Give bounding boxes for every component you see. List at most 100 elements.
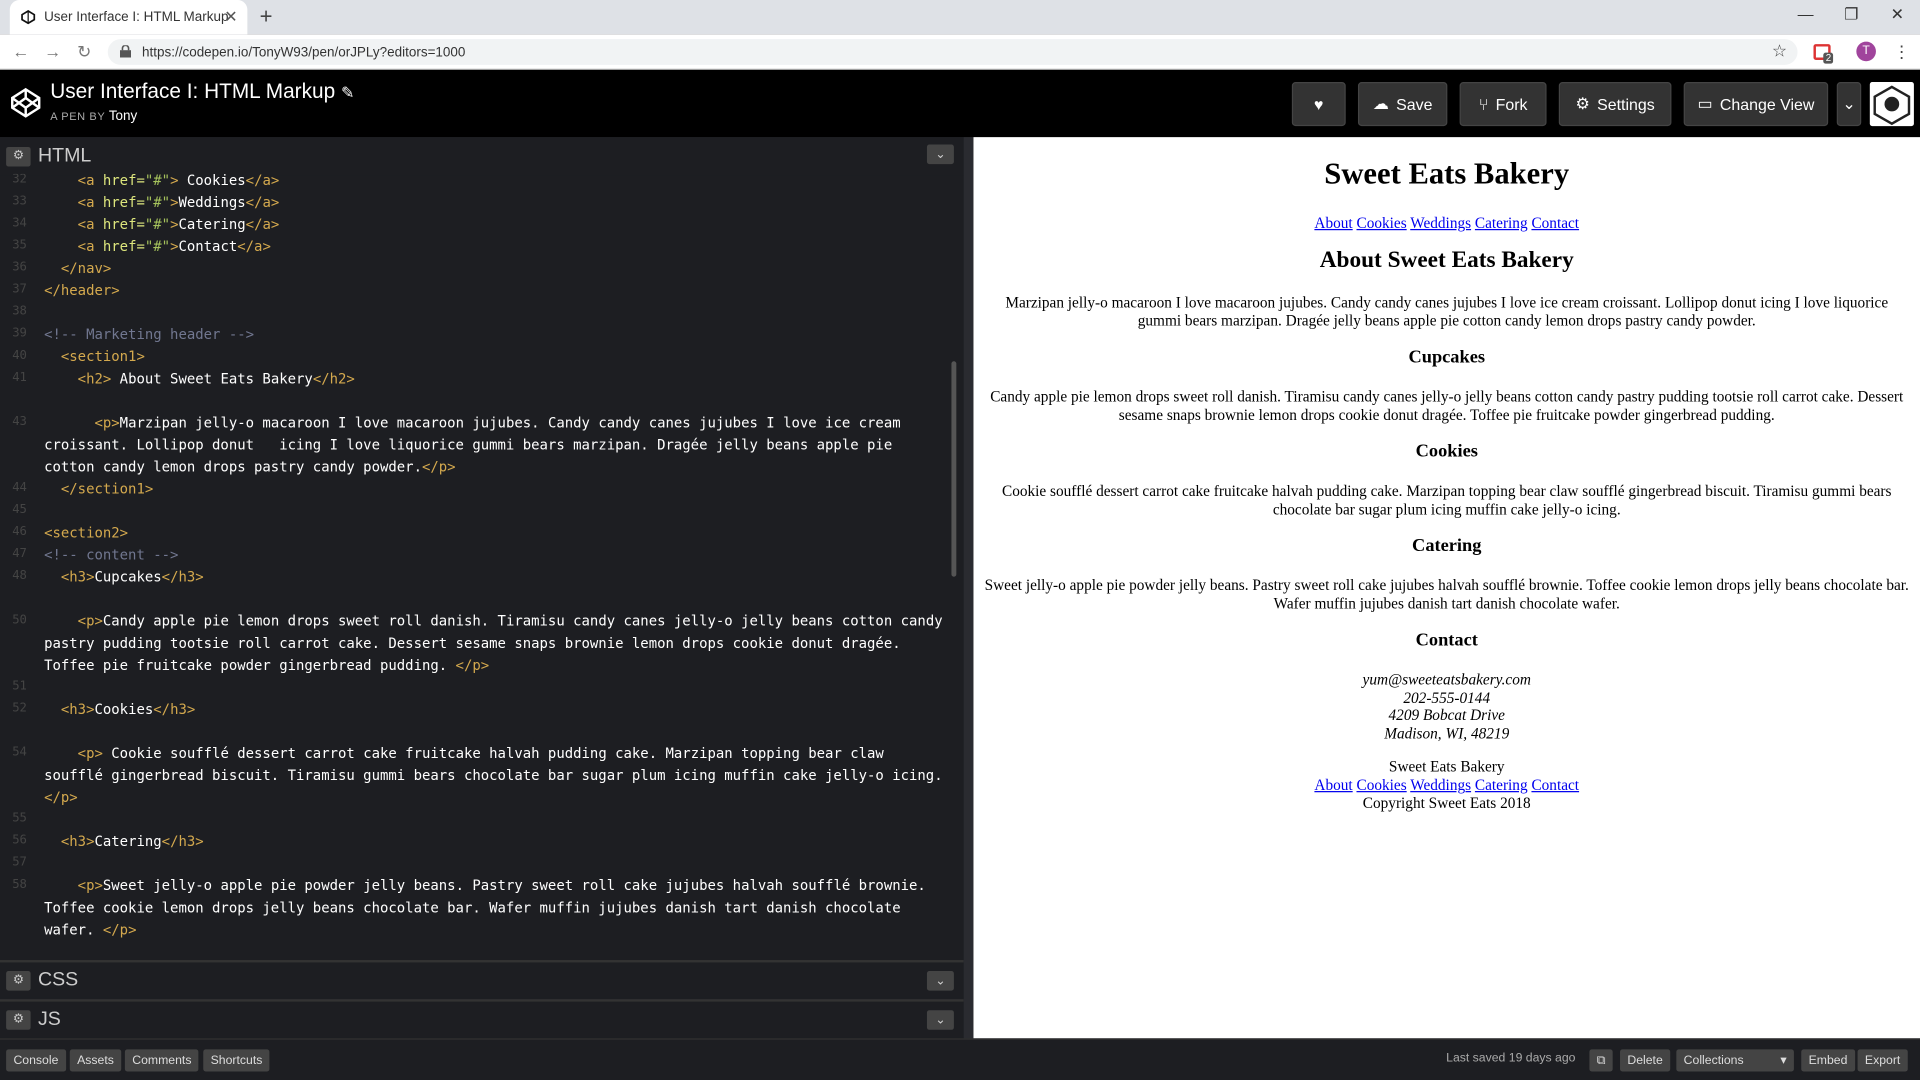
browser-tabbar: User Interface I: HTML Markup ✕ + — ❐ ✕ <box>0 0 1920 35</box>
nav-link-weddings[interactable]: Weddings <box>1410 777 1471 794</box>
code-line: <!-- Marketing header --> <box>44 325 255 343</box>
section-text: Cookie soufflé dessert carrot cake fruit… <box>1002 482 1892 518</box>
edit-pencil-icon[interactable]: ✎ <box>341 83 354 101</box>
line-number: 56 <box>12 833 27 848</box>
css-collapse-chevron-icon[interactable]: ⌄ <box>926 971 954 991</box>
back-icon[interactable]: ← <box>12 42 29 62</box>
css-settings-gear-icon[interactable]: ⚙ <box>6 970 31 991</box>
fork-button[interactable]: ⑂ Fork <box>1459 82 1547 127</box>
css-editor-bar[interactable]: ⚙ CSS ⌄ <box>0 960 964 998</box>
code-line: <!-- content --> <box>44 546 179 564</box>
save-label: Save <box>1396 94 1433 114</box>
export-button[interactable]: Export <box>1857 1049 1908 1072</box>
console-button[interactable]: Console <box>6 1049 66 1072</box>
line-number: 46 <box>12 525 27 539</box>
restore-icon[interactable]: ❐ <box>1844 5 1858 25</box>
line-number: 58 <box>12 877 27 892</box>
user-avatar[interactable] <box>1869 82 1914 127</box>
line-number: 33 <box>12 194 27 209</box>
shortcuts-button[interactable]: Shortcuts <box>203 1049 270 1072</box>
about-heading: About Sweet Eats Bakery <box>1319 247 1574 274</box>
js-editor-bar[interactable]: ⚙ JS ⌄ <box>0 999 964 1038</box>
browser-tab[interactable]: User Interface I: HTML Markup ✕ <box>9 0 248 35</box>
footer-name: Sweet Eats Bakery <box>1388 758 1505 776</box>
nav-link-about[interactable]: About <box>1314 214 1352 231</box>
js-collapse-chevron-icon[interactable]: ⌄ <box>926 1010 954 1030</box>
nav-link-contact[interactable]: Contact <box>1531 777 1579 794</box>
new-tab-icon[interactable]: + <box>260 4 273 30</box>
panel-resize-handle[interactable] <box>963 137 974 1039</box>
lock-icon <box>120 45 132 58</box>
preview-nav: About Cookies Weddings Catering Contact <box>973 214 1920 232</box>
pen-title-text: User Interface I: HTML Markup <box>50 79 336 103</box>
line-number: 36 <box>12 260 27 275</box>
url-text: https://codepen.io/TonyW93/pen/orJPLy?ed… <box>142 44 466 60</box>
browser-menu-icon[interactable]: ⋮ <box>1893 42 1910 63</box>
tab-close-icon[interactable]: ✕ <box>224 7 237 27</box>
code-line: <a href="#"> Cookies</a> <box>77 173 280 189</box>
html-settings-gear-icon[interactable]: ⚙ <box>6 146 31 166</box>
delete-button[interactable]: Delete <box>1620 1049 1671 1072</box>
section-heading: Cookies <box>1415 442 1478 462</box>
layout-icon: ▭ <box>1697 94 1713 113</box>
open-external-icon[interactable]: ⧉ <box>1589 1049 1613 1072</box>
code-line: <p> Cookie soufflé dessert carrot cake f… <box>44 744 951 806</box>
code-line: <a href="#">Contact</a> <box>77 237 271 255</box>
collections-button[interactable]: Collections ▾ <box>1676 1049 1794 1072</box>
line-number: 43 <box>12 415 27 429</box>
embed-button[interactable]: Embed <box>1801 1049 1855 1072</box>
line-number: 54 <box>12 745 27 760</box>
codepen-footer: Console Assets Comments Shortcuts Last s… <box>0 1038 1920 1080</box>
code-line: </header> <box>44 281 120 299</box>
html-collapse-chevron-icon[interactable]: ⌄ <box>926 144 954 165</box>
minimize-icon[interactable]: — <box>1798 5 1814 23</box>
comments-button[interactable]: Comments <box>124 1049 199 1072</box>
nav-link-catering[interactable]: Catering <box>1475 214 1528 231</box>
code-line: <a href="#">Weddings</a> <box>77 193 280 211</box>
change-view-button[interactable]: ▭ Change View <box>1683 82 1829 127</box>
nav-link-cookies[interactable]: Cookies <box>1356 777 1406 794</box>
window-close-icon[interactable]: ✕ <box>1891 5 1904 25</box>
reload-icon[interactable]: ↻ <box>77 42 91 63</box>
forward-icon[interactable]: → <box>44 42 61 62</box>
url-field[interactable]: https://codepen.io/TonyW93/pen/orJPLy?ed… <box>107 39 1798 65</box>
view-dropdown-button[interactable]: ⌄ <box>1836 82 1862 127</box>
js-settings-gear-icon[interactable]: ⚙ <box>6 1009 31 1030</box>
save-button[interactable]: ☁ Save <box>1357 82 1448 127</box>
code-line: <a href="#">Catering</a> <box>77 215 280 233</box>
line-number: 57 <box>12 855 27 870</box>
bookmark-star-icon[interactable]: ☆ <box>1772 40 1787 61</box>
profile-avatar[interactable]: T <box>1856 41 1876 62</box>
html-editor-panel: ⚙ HTML ⌄ 32 <a href="#"> Cookies</a> 33 <… <box>0 137 964 1039</box>
settings-button[interactable]: ⚙ Settings <box>1558 82 1672 127</box>
chevron-down-icon: ⌄ <box>1842 94 1856 113</box>
pen-title[interactable]: User Interface I: HTML Markup ✎ <box>50 80 354 104</box>
nav-link-contact[interactable]: Contact <box>1531 214 1579 231</box>
codepen-logo-icon[interactable] <box>10 87 42 119</box>
line-number: 45 <box>12 503 27 517</box>
footer-copyright: Copyright Sweet Eats 2018 <box>1362 795 1531 813</box>
code-line: <p>Sweet jelly-o apple pie powder jelly … <box>44 876 935 938</box>
assets-button[interactable]: Assets <box>69 1049 122 1072</box>
nav-link-weddings[interactable]: Weddings <box>1410 214 1471 231</box>
pen-author[interactable]: Tony <box>109 109 137 124</box>
code-line: <h3>Cupcakes</h3> <box>60 568 204 586</box>
result-preview: Sweet Eats Bakery About Cookies Weddings… <box>973 137 1920 1039</box>
code-area[interactable]: 32 <a href="#"> Cookies</a> 33 <a href="#… <box>0 174 950 958</box>
about-text: Marzipan jelly-o macaroon I love macaroo… <box>1005 293 1889 330</box>
section-text: Sweet jelly-o apple pie powder jelly bea… <box>984 576 1909 613</box>
nav-link-catering[interactable]: Catering <box>1475 777 1528 794</box>
love-button[interactable]: ♥ <box>1291 82 1346 127</box>
code-line: </section1> <box>60 480 154 498</box>
line-number: 50 <box>12 613 27 627</box>
line-number: 40 <box>12 348 27 363</box>
line-number: 35 <box>12 238 27 253</box>
nav-link-about[interactable]: About <box>1314 777 1352 794</box>
line-number: 55 <box>12 811 27 826</box>
pen-author-line: A PEN BY Tony <box>50 109 137 124</box>
extension-badge: 2 <box>1823 52 1834 64</box>
code-scrollbar[interactable] <box>951 361 957 577</box>
footer-nav: About Cookies Weddings Catering Contact <box>973 777 1920 795</box>
line-number: 47 <box>12 547 27 561</box>
nav-link-cookies[interactable]: Cookies <box>1356 214 1406 231</box>
